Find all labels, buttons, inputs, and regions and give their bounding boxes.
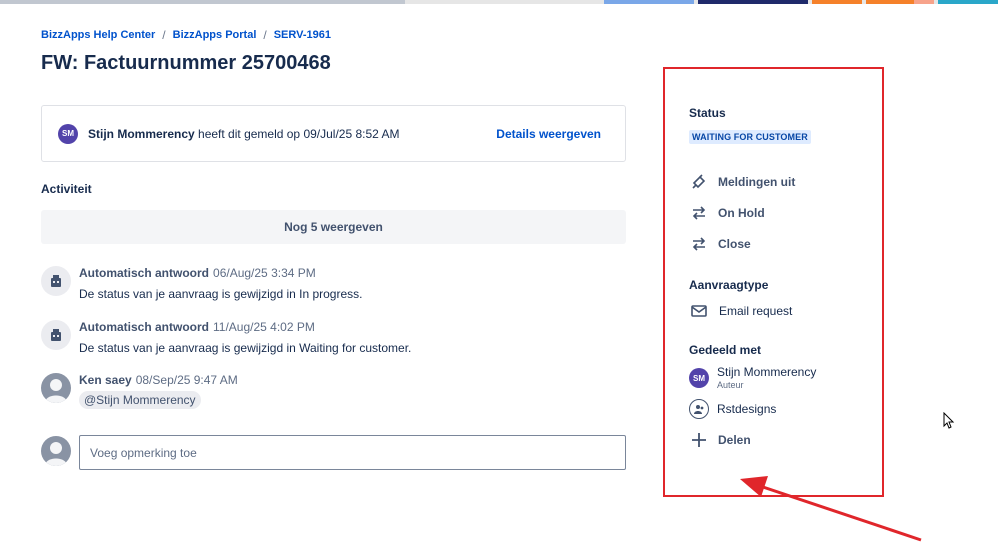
avatar: SM [689,368,709,388]
breadcrumb-separator: / [162,28,166,42]
shared-user-role: Auteur [717,380,744,390]
shared-user-name: Stijn Mommerency [717,365,817,379]
activity-author: Ken saey [79,373,132,387]
activity-time: 06/Aug/25 3:34 PM [213,266,316,280]
breadcrumb: BizzApps Help Center / BizzApps Portal /… [41,28,331,42]
activity-item: Automatisch antwoord 06/Aug/25 3:34 PM De… [41,266,626,301]
activity-time: 11/Aug/25 4:02 PM [213,320,315,334]
transition-icon [689,234,709,254]
activity-item: Automatisch antwoord 11/Aug/25 4:02 PM De… [41,320,626,355]
user-icon [41,436,71,466]
request-type-value: Email request [719,304,793,318]
reporter-avatar: SM [58,123,78,144]
close-label: Close [718,237,751,251]
activity-author: Automatisch antwoord [79,266,210,280]
breadcrumb-portal[interactable]: BizzApps Portal [173,29,257,41]
comment-input[interactable]: Voeg opmerking toe [79,435,626,470]
activity-message: De status van je aanvraag is gewijzigd i… [79,287,363,301]
mention-chip[interactable]: @Stijn Mommerency [79,391,201,409]
request-type-heading: Aanvraagtype [689,278,769,292]
mouse-cursor-icon [943,412,955,429]
activity-time: 08/Sep/25 9:47 AM [135,373,238,387]
reporter-panel: SM Stijn Mommerency heeft dit gemeld op … [41,105,626,162]
status-heading: Status [689,106,726,120]
share-label: Delen [718,433,751,447]
status-badge: WAITING FOR CUSTOMER [689,130,811,144]
bot-icon [41,266,71,296]
on-hold-label: On Hold [718,206,765,220]
reporter-name: Stijn Mommerency [88,126,195,141]
request-type: Email request [689,301,792,321]
breadcrumb-ticket[interactable]: SERV-1961 [274,29,331,41]
shared-user: SM Stijn Mommerency Auteur [689,365,816,390]
user-icon [41,373,71,403]
shared-organization: Rstdesigns [689,399,776,419]
shared-heading: Gedeeld met [689,343,762,357]
top-progress-bar [0,0,998,4]
transition-icon [689,203,709,223]
plus-icon [689,430,709,450]
notifications-off-label: Meldingen uit [718,175,796,189]
request-sidebar: Status WAITING FOR CUSTOMER Meldingen ui… [663,67,884,497]
notification-off-icon [689,172,709,192]
activity-item: Ken saey 08/Sep/25 9:47 AM @Stijn Mommere… [41,373,626,409]
close-button[interactable]: Close [689,234,751,254]
bot-icon [41,320,71,350]
email-icon [689,301,709,321]
activity-message: De status van je aanvraag is gewijzigd i… [79,341,412,355]
share-button[interactable]: Delen [689,430,751,450]
details-link[interactable]: Details weergeven [496,127,601,141]
reporter-text: Stijn Mommerency heeft dit gemeld op 09/… [88,127,400,141]
notifications-off-button[interactable]: Meldingen uit [689,172,795,192]
reporter-date: heeft dit gemeld op 09/Jul/25 8:52 AM [194,126,400,141]
breadcrumb-separator: / [263,28,267,42]
activity-heading: Activiteit [41,182,92,196]
breadcrumb-help-center[interactable]: BizzApps Help Center [41,29,155,41]
shared-organization-name: Rstdesigns [717,402,777,416]
page-title: FW: Factuurnummer 25700468 [41,52,331,74]
organization-icon [689,399,709,419]
show-more-button[interactable]: Nog 5 weergeven [41,210,626,244]
activity-author: Automatisch antwoord [79,320,210,334]
on-hold-button[interactable]: On Hold [689,203,765,223]
